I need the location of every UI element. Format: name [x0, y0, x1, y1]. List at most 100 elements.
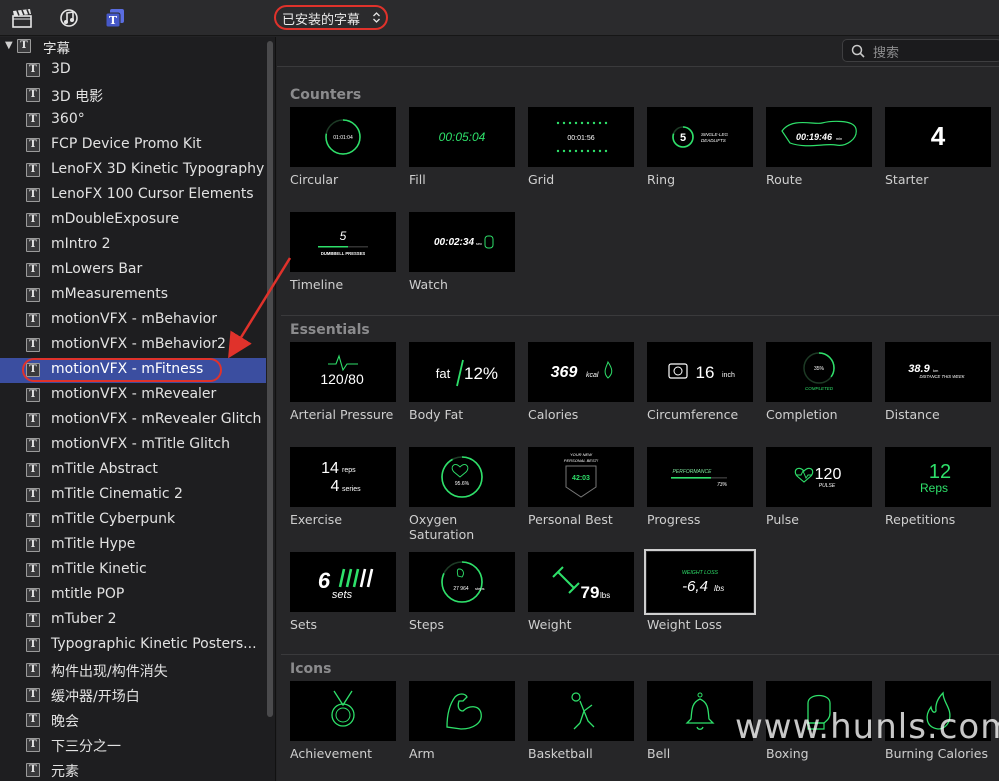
- sidebar-item[interactable]: TmTuber 2: [0, 608, 266, 633]
- medal-icon: [331, 690, 355, 727]
- sidebar-item[interactable]: TmTitle Cinematic 2: [0, 483, 266, 508]
- sidebar-item[interactable]: T 360°: [0, 108, 266, 133]
- title-t-icon: T: [26, 538, 40, 552]
- sidebar-item[interactable]: T Typographic Kinetic Posters...: [0, 633, 266, 658]
- tile-thumbnail[interactable]: 12 Reps: [885, 447, 991, 507]
- thumb-graphic: 120/80: [320, 354, 364, 387]
- tile-thumbnail[interactable]: [528, 681, 634, 741]
- title-t-icon: T: [26, 88, 40, 102]
- sidebar-item[interactable]: T LenoFX 100 Cursor Elements: [0, 183, 266, 208]
- tile-label: Weight Loss: [647, 617, 722, 632]
- sidebar-item[interactable]: TmTitle Abstract: [0, 458, 266, 483]
- disclosure-triangle-icon[interactable]: ▼: [5, 40, 13, 51]
- thumb-text: DUMBBELL PRESSES: [321, 251, 366, 256]
- sidebar-item[interactable]: TmotionVFX - mFitness: [0, 358, 266, 383]
- clapper-icon[interactable]: [11, 7, 33, 29]
- installed-titles-popup[interactable]: 已安装的字幕: [274, 5, 388, 30]
- section-title: Essentials: [290, 322, 370, 338]
- tile-thumbnail[interactable]: 00:01:56: [528, 107, 634, 167]
- sidebar-item-label: 晚会: [51, 714, 79, 730]
- tile-thumbnail[interactable]: 35% COMPLETED: [766, 342, 872, 402]
- tile-thumbnail[interactable]: WEIGHT LOSS -6,4 lbs: [644, 549, 756, 615]
- tile-thumbnail[interactable]: 14 reps 4 series: [290, 447, 396, 507]
- sidebar-header[interactable]: ▼ T 字幕: [0, 37, 266, 57]
- search-field[interactable]: 搜索: [842, 39, 999, 62]
- thumb-text: DISTANCE THIS WEEK: [919, 374, 964, 379]
- sidebar-item[interactable]: TmotionVFX - mRevealer: [0, 383, 266, 408]
- sidebar-item[interactable]: T 下三分之一: [0, 733, 266, 758]
- thumb-text: steps: [475, 586, 485, 591]
- sidebar-item[interactable]: TmotionVFX - mRevealer Glitch: [0, 408, 266, 433]
- tile-thumbnail[interactable]: 38.9 km DISTANCE THIS WEEK: [885, 342, 991, 402]
- tile-thumbnail[interactable]: [290, 681, 396, 741]
- title-t-icon: T: [26, 588, 40, 602]
- tile-thumbnail[interactable]: 16 inch: [647, 342, 753, 402]
- sidebar-item[interactable]: TmTitle Hype: [0, 533, 266, 558]
- sidebar-item[interactable]: TmMeasurements: [0, 283, 266, 308]
- sidebar-item-label: mDoubleExposure: [51, 211, 180, 227]
- sidebar-item[interactable]: T 缓冲器/开场白: [0, 683, 266, 708]
- tile-thumbnail[interactable]: 4: [885, 107, 991, 167]
- sidebar-item[interactable]: TmLowers Bar: [0, 258, 266, 283]
- tile-thumbnail[interactable]: 00:02:34 sec: [409, 212, 515, 272]
- tile-thumbnail[interactable]: 120 PULSE: [766, 447, 872, 507]
- thumb-graphic: 14 reps4 series: [321, 460, 361, 495]
- sidebar-header-label: 字幕: [43, 41, 70, 57]
- thumb-graphic: 00:01:56: [556, 121, 608, 153]
- music-icon[interactable]: [58, 7, 80, 29]
- tile-thumbnail[interactable]: 95.6%: [409, 447, 515, 507]
- sidebar-item[interactable]: TmTitle Cyberpunk: [0, 508, 266, 533]
- title-t-icon: T: [26, 388, 40, 402]
- scrollbar-thumb[interactable]: [267, 41, 273, 717]
- browser-content: Counters 01:01:04 Circular 00:05:04 Fill 00:0…: [277, 82, 999, 781]
- tile-thumbnail[interactable]: 27 964 steps: [409, 552, 515, 612]
- section-title: Icons: [290, 661, 332, 677]
- titles-icon[interactable]: T: [104, 7, 126, 29]
- thumb-graphic: 4: [931, 121, 946, 151]
- tile-thumbnail[interactable]: 79 lbs: [528, 552, 634, 612]
- title-t-icon: T: [26, 113, 40, 127]
- sidebar-scrollbar[interactable]: [266, 37, 274, 757]
- sidebar-item-label: mTitle Cinematic 2: [51, 486, 183, 502]
- tile-label: Boxing: [766, 746, 809, 761]
- sidebar-item[interactable]: TmotionVFX - mTitle Glitch: [0, 433, 266, 458]
- tile-thumbnail[interactable]: 5 SINGLE-LEG DEADLIFTS: [647, 107, 753, 167]
- tile-label: Weight: [528, 617, 572, 632]
- sidebar-item[interactable]: TmTitle Kinetic: [0, 558, 266, 583]
- sidebar-item[interactable]: T LenoFX 3D Kinetic Typography: [0, 158, 266, 183]
- tile-thumbnail[interactable]: fat 12%: [409, 342, 515, 402]
- tile-label: Body Fat: [409, 407, 464, 422]
- thumb-text: 12%: [464, 364, 498, 383]
- sidebar-item[interactable]: TmIntro 2: [0, 233, 266, 258]
- tile-thumbnail[interactable]: 120/80: [290, 342, 396, 402]
- sidebar-item[interactable]: T 3D: [0, 58, 266, 83]
- tile-thumbnail[interactable]: PERFORMANCE 73%: [647, 447, 753, 507]
- sidebar-item[interactable]: TmotionVFX - mBehavior: [0, 308, 266, 333]
- tile-thumbnail[interactable]: 00:05:04: [409, 107, 515, 167]
- sidebar-item[interactable]: TmDoubleExposure: [0, 208, 266, 233]
- sidebar-item[interactable]: T 晚会: [0, 708, 266, 733]
- sidebar-item-label: 3D: [51, 61, 71, 77]
- thumb-text: 16: [696, 363, 715, 382]
- thumb-graphic: 5 DUMBBELL PRESSES: [318, 229, 368, 256]
- tile-thumbnail[interactable]: YOUR NEW PERSONAL BEST! 42:03: [528, 447, 634, 507]
- tile-thumbnail[interactable]: 5 DUMBBELL PRESSES: [290, 212, 396, 272]
- tile-label: Completion: [766, 407, 838, 422]
- thumb-text: 6: [318, 568, 331, 593]
- thumb-text: PULSE: [819, 483, 836, 489]
- sidebar-item[interactable]: TmotionVFX - mBehavior2: [0, 333, 266, 358]
- sidebar-item[interactable]: T 3D 电影: [0, 83, 266, 108]
- tile-thumbnail[interactable]: 01:01:04: [290, 107, 396, 167]
- sidebar-item[interactable]: T 构件出现/构件消失: [0, 658, 266, 683]
- watermark: www.hunls.com: [735, 707, 999, 747]
- sidebar-item[interactable]: Tmtitle POP: [0, 583, 266, 608]
- tile-thumbnail[interactable]: 369 kcal: [528, 342, 634, 402]
- tile-thumbnail[interactable]: 6 sets: [290, 552, 396, 612]
- thumb-text: 5: [340, 229, 347, 243]
- tile-thumbnail[interactable]: [409, 681, 515, 741]
- tile-thumbnail[interactable]: 00:19:46 min: [766, 107, 872, 167]
- tile-label: Steps: [409, 617, 444, 632]
- sidebar-item[interactable]: T FCP Device Promo Kit: [0, 133, 266, 158]
- tile-label: Route: [766, 172, 803, 187]
- sidebar-item[interactable]: T 元素: [0, 758, 266, 781]
